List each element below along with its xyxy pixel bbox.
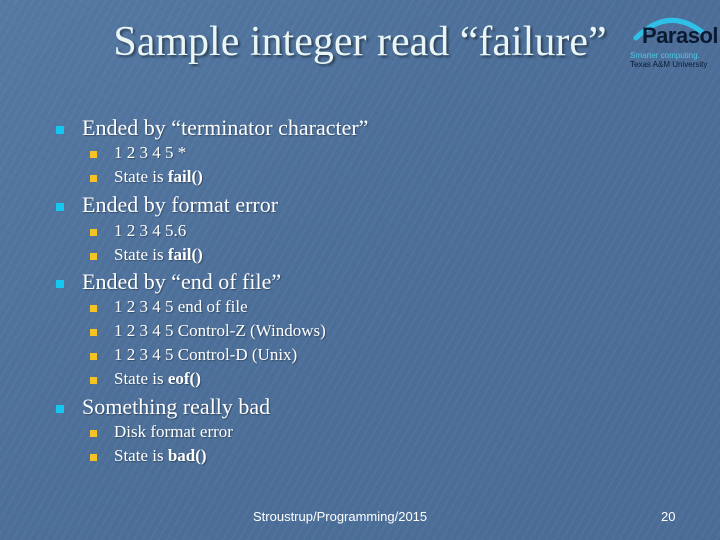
sub-bullet-marker-icon (90, 229, 97, 236)
sub-bullet-text: 1 2 3 4 5.6 (114, 221, 187, 240)
slide: Sample integer read “failure” Parasol Sm… (0, 0, 720, 540)
sub-bullet-text: State is (114, 167, 168, 186)
sub-bullet-text: 1 2 3 4 5 Control-D (Unix) (114, 345, 298, 364)
page-number: 20 (661, 509, 676, 524)
sub-bullet-item: State is fail() (114, 245, 203, 265)
bullet-marker-icon (56, 280, 64, 288)
sub-bullet-text: Disk format error (114, 422, 233, 441)
sub-bullet-text: 1 2 3 4 5 end of file (114, 297, 248, 316)
slide-title: Sample integer read “failure” (113, 19, 607, 65)
sub-bullet-text: 1 2 3 4 5 Control-Z (Windows) (114, 321, 326, 340)
parasol-logo: Parasol Smarter computing. Texas A&M Uni… (626, 10, 719, 70)
sub-bullet-marker-icon (90, 353, 97, 360)
sub-bullet-item: State is fail() (114, 167, 203, 187)
logo-tagline: Smarter computing. (630, 51, 700, 60)
bullet-item: Ended by “end of file” (82, 269, 282, 294)
sub-bullet-text: State is (114, 446, 168, 465)
bullet-item: Ended by “terminator character” (82, 115, 369, 140)
sub-bullet-item: State is bad() (114, 446, 207, 466)
sub-bullet-marker-icon (90, 305, 97, 312)
sub-bullet-marker-icon (90, 329, 97, 336)
state-function: fail() (167, 167, 203, 186)
state-function: fail() (167, 245, 203, 264)
sub-bullet-marker-icon (90, 175, 97, 182)
sub-bullet-item: 1 2 3 4 5 * (114, 143, 186, 163)
sub-bullet-marker-icon (90, 151, 97, 158)
logo-institution: Texas A&M University (630, 60, 708, 69)
sub-bullet-item: 1 2 3 4 5 end of file (114, 297, 248, 317)
bullet-marker-icon (56, 405, 64, 413)
bullet-marker-icon (56, 203, 64, 211)
logo-name: Parasol (642, 23, 719, 48)
sub-bullet-item: 1 2 3 4 5 Control-D (Unix) (114, 345, 297, 365)
footer-source: Stroustrup/Programming/2015 (253, 509, 428, 524)
sub-bullet-item: 1 2 3 4 5 Control-Z (Windows) (114, 321, 326, 341)
bullet-item: Something really bad (82, 394, 271, 419)
sub-bullet-item: State is eof() (114, 369, 201, 389)
sub-bullet-text: State is (114, 245, 168, 264)
sub-bullet-text: 1 2 3 4 5 * (114, 143, 187, 162)
bullet-marker-icon (56, 126, 64, 134)
sub-bullet-item: Disk format error (114, 422, 233, 442)
sub-bullet-marker-icon (90, 253, 97, 260)
sub-bullet-marker-icon (90, 430, 97, 437)
sub-bullet-text: State is (114, 369, 168, 388)
bullet-item: Ended by format error (82, 192, 279, 217)
state-function: bad() (167, 446, 207, 465)
sub-bullet-marker-icon (90, 377, 97, 384)
state-function: eof() (167, 369, 201, 388)
sub-bullet-marker-icon (90, 454, 97, 461)
sub-bullet-item: 1 2 3 4 5.6 (114, 221, 186, 241)
